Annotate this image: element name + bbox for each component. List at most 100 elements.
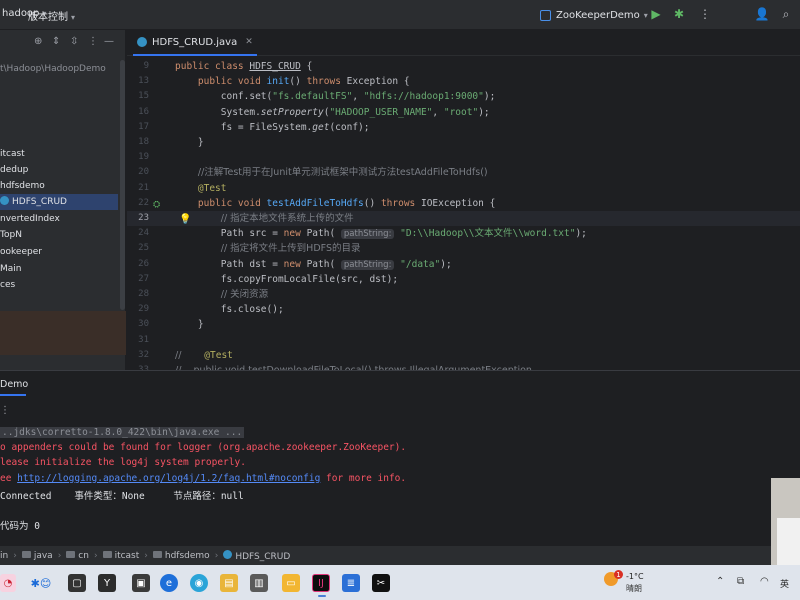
folder-icon [21, 550, 31, 558]
code-line[interactable]: 27 fs.copyFromLocalFile(src, dst); [127, 272, 800, 287]
project-highlight-strip [0, 311, 126, 355]
notepad-icon[interactable]: ≣ [342, 574, 360, 592]
more-icon[interactable]: ⋮ [0, 405, 10, 416]
tree-item-zookeeper[interactable]: ookeeper [0, 244, 118, 260]
code-line[interactable]: 31 [127, 333, 800, 348]
collapse-icon[interactable]: ⇳ [70, 36, 78, 47]
browser-icon[interactable]: ◉ [190, 574, 208, 592]
code-line[interactable]: 18 } [127, 135, 800, 150]
locate-icon[interactable]: ⊕ [34, 36, 42, 47]
code-line[interactable]: 20 //注解Test用于在Junit单元测试框架中测试方法testAddFil… [127, 165, 800, 180]
line-number: 20 [138, 167, 149, 178]
code-line[interactable]: 28 // 关闭资源 [127, 287, 800, 302]
device-icon[interactable]: ⧉ [737, 576, 744, 587]
breadcrumb-item[interactable]: in [0, 551, 8, 561]
app-icon[interactable]: ◔ [0, 574, 16, 592]
minimize-icon[interactable]: — [104, 36, 114, 47]
more-icon[interactable]: ⋮ [88, 36, 98, 47]
code-text: conf.set("fs.defaultFS", "hdfs://hadoop1… [175, 91, 496, 103]
app-y-icon[interactable]: Y [98, 574, 116, 592]
terminal-icon[interactable]: ▥ [250, 574, 268, 592]
code-line[interactable]: 21 @Test [127, 181, 800, 196]
code-line[interactable]: 23 💡 // 指定本地文件系统上传的文件 [127, 211, 800, 226]
add-user-icon[interactable]: 👤 [754, 6, 770, 22]
code-text: // public void testDownloadFileToLocal()… [175, 363, 532, 370]
tree-item-hdfs-crud[interactable]: HDFS_CRUD [0, 194, 118, 210]
code-line[interactable]: 30 } [127, 317, 800, 332]
edge-icon[interactable]: e [160, 574, 178, 592]
code-text: fs.copyFromLocalFile(src, dst); [175, 273, 399, 285]
line-number: 15 [138, 91, 149, 102]
capcut-icon[interactable]: ✂ [372, 574, 390, 592]
code-text: public class HDFS_CRUD { [175, 61, 313, 72]
code-line[interactable]: 17 fs = FileSystem.get(conf); [127, 120, 800, 135]
project-scrollbar[interactable] [120, 60, 125, 310]
task-view-icon[interactable]: ▢ [68, 574, 86, 592]
tree-item-hdfsdemo[interactable]: hdfsdemo [0, 178, 118, 194]
console-line: lease initialize the log4j system proper… [0, 457, 246, 469]
widgets-icon[interactable]: ✱😊 [26, 574, 56, 592]
close-icon[interactable]: ✕ [245, 37, 253, 47]
tree-item-resources[interactable]: ces [0, 277, 118, 293]
code-text: Path dst = new Path( pathString: "/data"… [175, 258, 452, 270]
line-number: 31 [138, 334, 149, 345]
code-line[interactable]: 33 // public void testDownloadFileToLocal… [127, 363, 800, 370]
folder-icon [66, 550, 76, 558]
files-icon[interactable]: ▤ [220, 574, 238, 592]
menu-vcs[interactable]: 版本控制 ▾ [28, 8, 75, 23]
code-line[interactable]: 24 Path src = new Path( pathString: "D:\… [127, 226, 800, 241]
code-line[interactable]: 13 public void init() throws Exception { [127, 74, 800, 89]
line-number: 30 [138, 319, 149, 330]
tree-item-main[interactable]: Main [0, 261, 118, 277]
code-line[interactable]: 15 conf.set("fs.defaultFS", "hdfs://hado… [127, 89, 800, 104]
weather-desc: 晴朗 [626, 584, 642, 593]
breadcrumb-item[interactable]: java [21, 550, 53, 561]
breadcrumb-item[interactable]: HDFS_CRUD [223, 549, 290, 562]
run-icon[interactable]: ▶ [648, 6, 664, 22]
tab-hdfs-crud[interactable]: HDFS_CRUD.java ✕ [133, 30, 257, 56]
code-line[interactable]: 9 public class HDFS_CRUD { [127, 59, 800, 74]
tree-item-invertedindex[interactable]: nvertedIndex [0, 211, 118, 227]
tree-item-dedup[interactable]: dedup [0, 162, 118, 178]
tree-item-topn[interactable]: TopN [0, 227, 118, 243]
run-toolbar: ⋮ [0, 403, 800, 421]
breadcrumb-item[interactable]: hdfsdemo [152, 550, 210, 561]
code-line[interactable]: 16 System.setProperty("HADOOP_USER_NAME"… [127, 105, 800, 120]
code-line[interactable]: 32 // @Test [127, 348, 800, 363]
folder-icon[interactable]: ▭ [282, 574, 300, 592]
taskbar: ◔ ✱😊 ▢ Y ▣ e ◉ ▤ ▥ ▭ IJ ≣ ✂ 1 -1°C 晴朗 ⌃ … [0, 565, 800, 600]
wifi-icon[interactable]: ◠ [760, 576, 769, 587]
run-tab[interactable]: Demo [0, 379, 28, 390]
breadcrumb-item[interactable]: itcast [102, 550, 139, 561]
code-editor[interactable]: HDFS_CRUD.java ✕ 9 public class HDFS_CRUD… [127, 30, 800, 370]
java-class-icon [0, 196, 9, 205]
expand-icon[interactable]: ⇕ [52, 36, 60, 47]
line-number: 13 [138, 76, 149, 87]
run-test-gutter-icon[interactable]: ⛭ [153, 198, 163, 210]
intellij-icon[interactable]: IJ [312, 574, 330, 597]
code-line[interactable]: 26 Path dst = new Path( pathString: "/da… [127, 257, 800, 272]
input-language[interactable]: 英 [780, 577, 789, 590]
log4j-faq-link[interactable]: http://logging.apache.org/log4j/1.2/faq.… [17, 473, 320, 484]
line-number: 26 [138, 258, 149, 269]
more-icon[interactable]: ⋮ [697, 6, 713, 22]
code-line[interactable]: 22 ⛭ public void testAddFileToHdfs() thro… [127, 196, 800, 211]
line-number: 24 [138, 228, 149, 239]
breadcrumb: in › java › cn › itcast › hdfsdemo › HDFS_CRUD [0, 545, 800, 565]
tree-item-itcast[interactable]: itcast [0, 146, 118, 162]
project-panel: ⊕ ⇕ ⇳ ⋮ — t\Hadoop\HadoopDemo itcast ded… [0, 30, 126, 370]
weather-temp[interactable]: -1°C [626, 572, 644, 581]
debug-icon[interactable]: ✱ [671, 6, 687, 22]
code-line[interactable]: 19 [127, 150, 800, 165]
search-icon[interactable]: ⌕ [778, 6, 794, 22]
chevron-up-icon[interactable]: ⌃ [716, 576, 724, 587]
code-line[interactable]: 25 // 指定将文件上传到HDFS的目录 [127, 241, 800, 256]
code-text: // 指定将文件上传到HDFS的目录 [220, 243, 361, 255]
app-dark-icon[interactable]: ▣ [132, 574, 150, 592]
line-number: 27 [138, 273, 149, 284]
tab-label: HDFS_CRUD.java [152, 36, 238, 48]
run-config-selector[interactable]: ZooKeeperDemo ▾ [536, 6, 652, 24]
java-class-icon [223, 549, 233, 559]
breadcrumb-item[interactable]: cn [66, 550, 89, 561]
code-line[interactable]: 29 fs.close(); [127, 302, 800, 317]
